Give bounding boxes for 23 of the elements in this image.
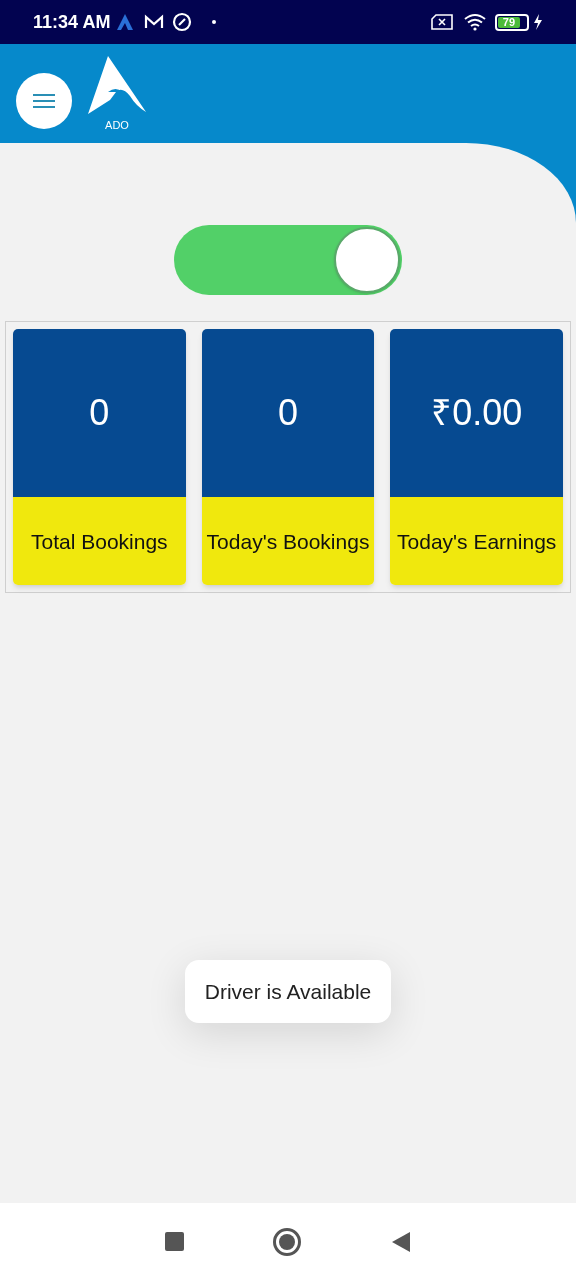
status-time: 11:34 AM [33, 10, 111, 34]
toggle-thumb [334, 227, 400, 293]
wifi-icon [463, 13, 487, 31]
recents-button[interactable] [164, 1232, 184, 1251]
menu-icon [32, 93, 56, 109]
app-logo-icon [116, 13, 135, 31]
menu-button[interactable] [16, 73, 72, 129]
charging-icon [533, 14, 543, 30]
circle-icon [172, 12, 193, 32]
stat-value: 0 [89, 391, 110, 435]
stat-label: Total Bookings [31, 528, 168, 555]
toast-message: Driver is Available [204, 979, 372, 1003]
home-button[interactable] [273, 1227, 302, 1256]
stat-label: Today's Bookings [206, 528, 370, 555]
sim-icon [431, 14, 453, 30]
mail-icon [144, 14, 165, 30]
logo-icon [86, 56, 148, 116]
stat-value: ₹0.00 [431, 391, 523, 435]
battery-level: 79 [502, 16, 516, 28]
stat-label: Today's Earnings [397, 528, 557, 555]
stat-value: 0 [278, 391, 298, 435]
back-button[interactable] [391, 1230, 412, 1253]
logo-text: ADO [105, 118, 129, 133]
